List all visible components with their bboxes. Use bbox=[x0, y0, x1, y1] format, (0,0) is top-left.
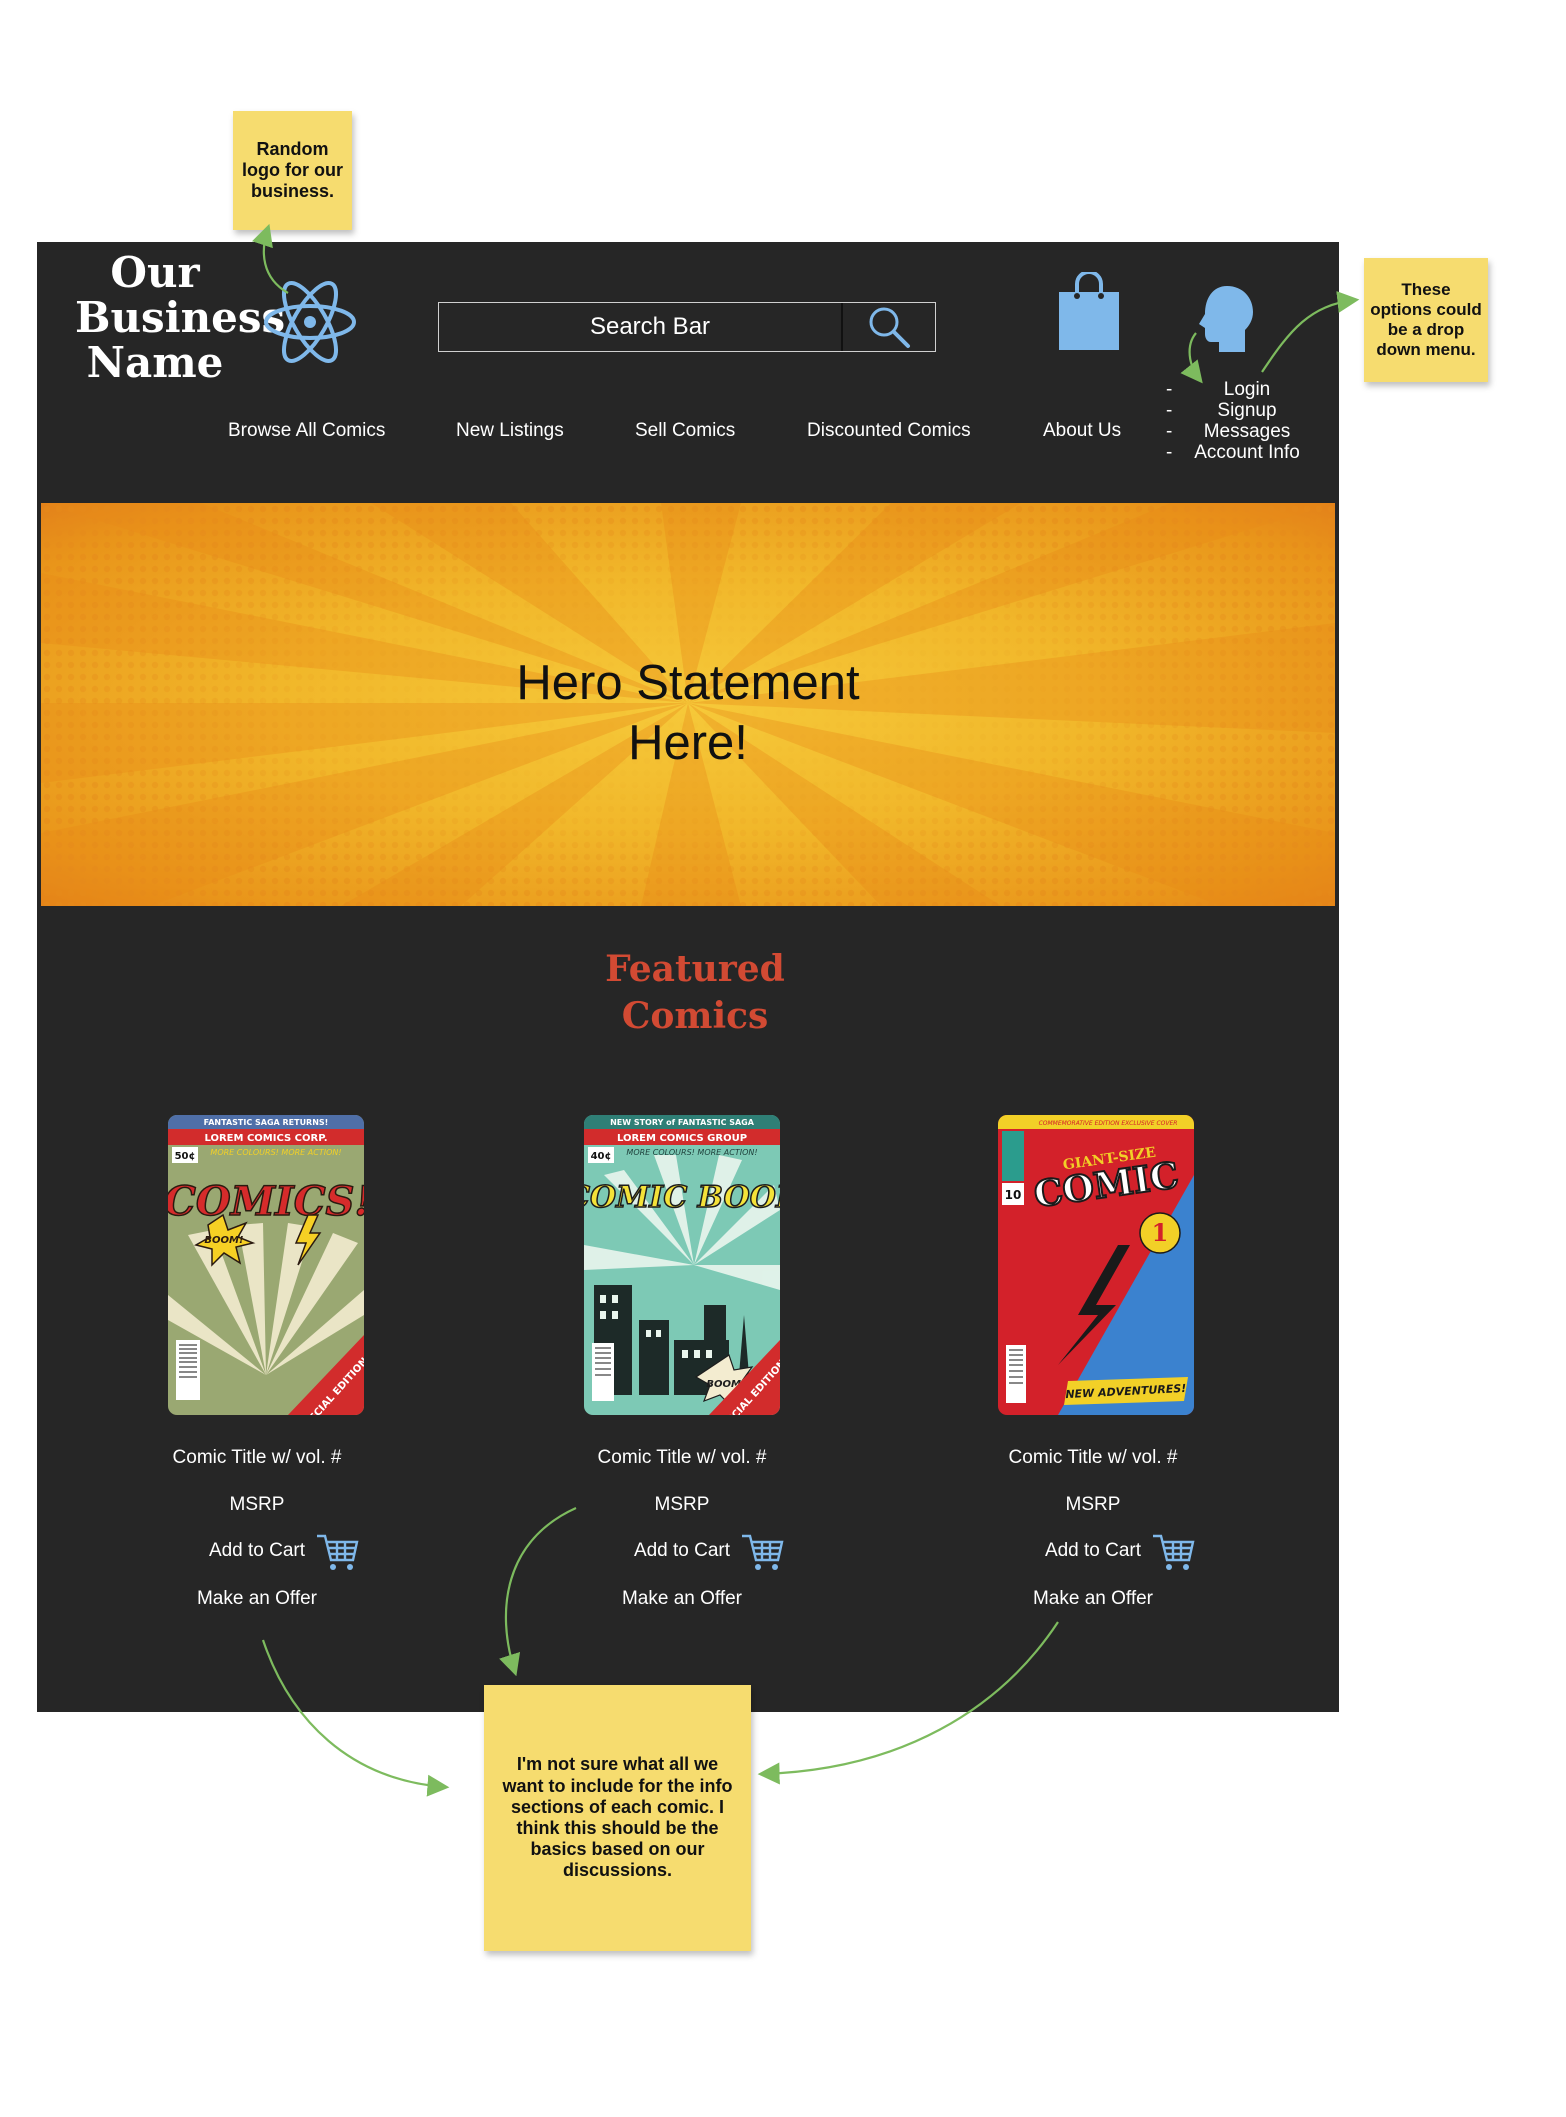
connector-account bbox=[1180, 332, 1203, 384]
connector-card-2 bbox=[499, 1506, 577, 1677]
connector-logo bbox=[252, 223, 289, 294]
connector-menu bbox=[1261, 291, 1360, 373]
connector-card-3 bbox=[757, 1621, 1059, 1785]
connector-card-1 bbox=[261, 1639, 450, 1797]
annotation-connectors bbox=[252, 223, 1360, 1797]
